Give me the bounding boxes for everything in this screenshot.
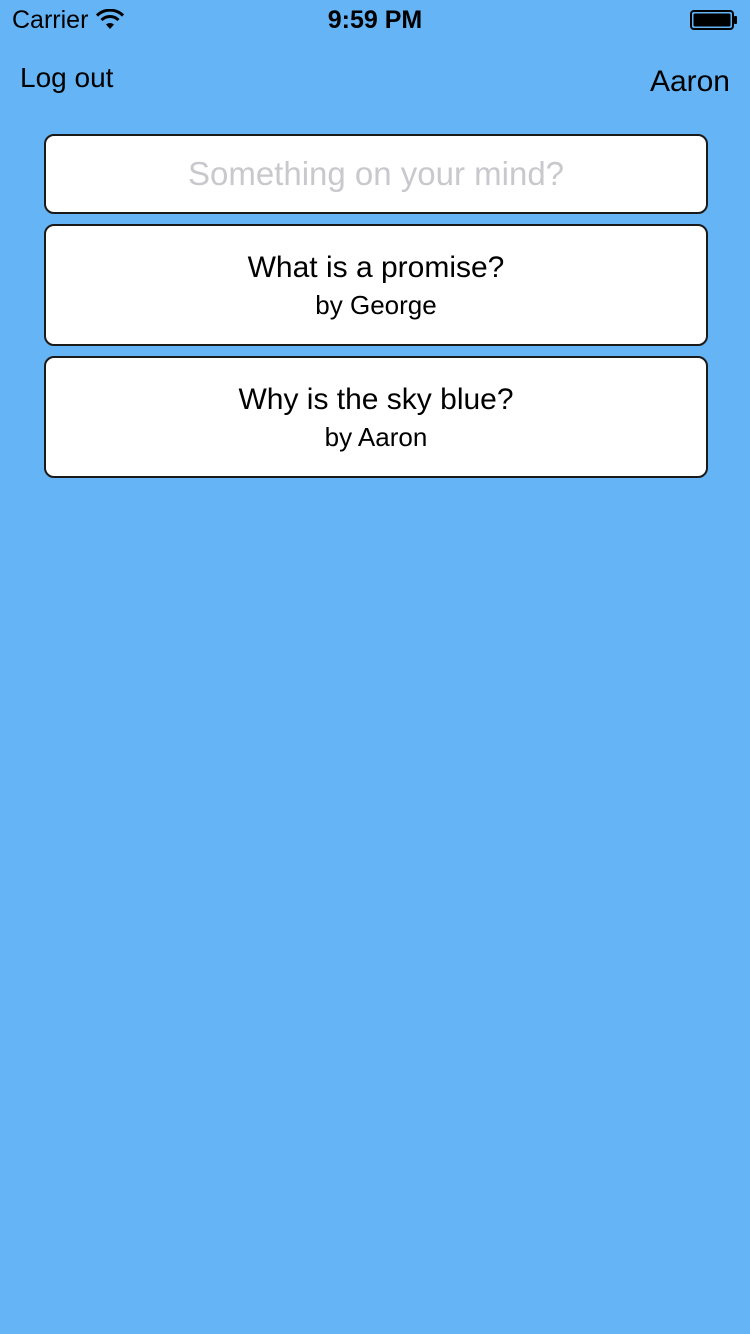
- question-card[interactable]: Why is the sky blue? by Aaron: [44, 356, 708, 478]
- battery-icon: [690, 10, 737, 30]
- question-composer[interactable]: [44, 134, 708, 214]
- question-author: by George: [315, 290, 437, 320]
- status-time: 9:59 PM: [327, 6, 423, 34]
- question-feed: What is a promise? by George Why is the …: [44, 134, 708, 478]
- username-label: Aaron: [649, 65, 730, 98]
- question-author: by Aaron: [324, 422, 428, 452]
- question-title: Why is the sky blue?: [238, 383, 514, 416]
- question-card[interactable]: What is a promise? by George: [44, 224, 708, 346]
- question-title: What is a promise?: [247, 251, 505, 284]
- status-bar: Carrier 9:59 PM: [0, 0, 750, 40]
- logout-button[interactable]: Log out: [20, 60, 113, 96]
- question-input[interactable]: [74, 154, 678, 194]
